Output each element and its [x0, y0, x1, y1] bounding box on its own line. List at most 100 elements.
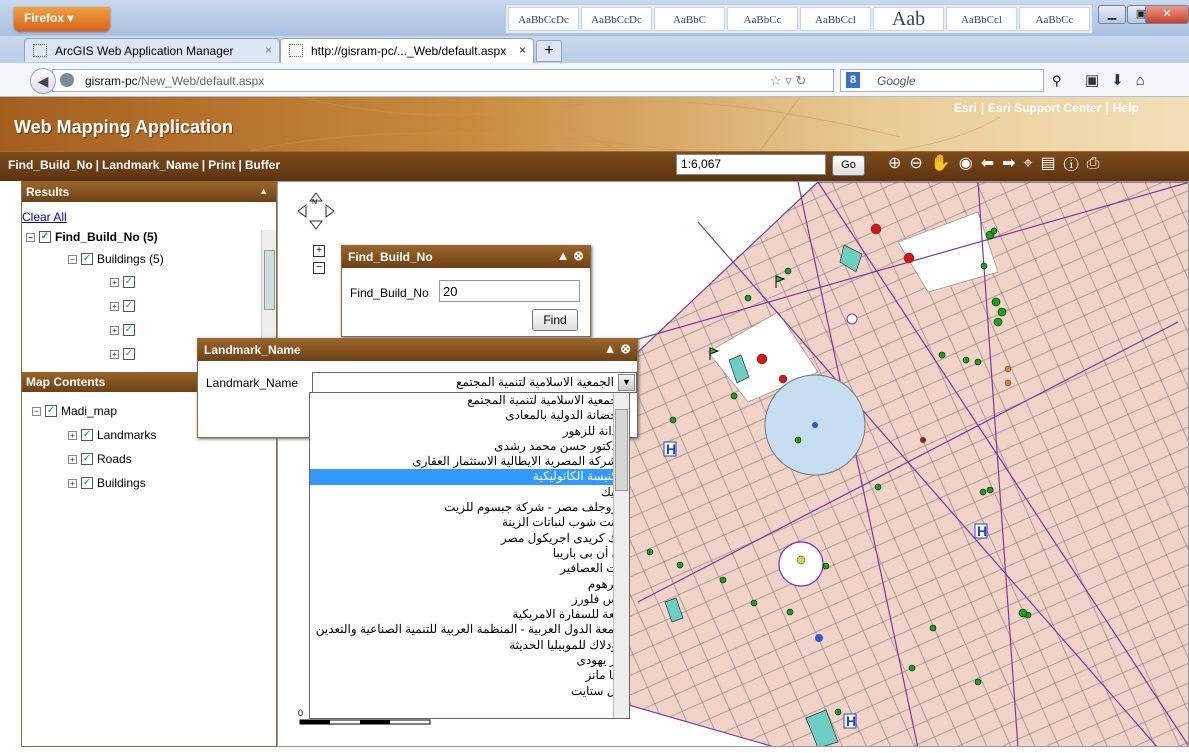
- site-identity-icon[interactable]: [60, 73, 74, 87]
- expand-node-icon[interactable]: +: [68, 478, 77, 488]
- checkbox[interactable]: ✓: [123, 348, 135, 360]
- toc-layer-landmarks[interactable]: + ✓ Landmarks: [68, 428, 156, 442]
- zoom-out-icon[interactable]: ⊖: [909, 155, 930, 172]
- landmark-option[interactable]: بيترهوم: [310, 577, 629, 592]
- esri-support-link[interactable]: Esri Support Center: [988, 101, 1101, 115]
- identify-icon[interactable]: ⓘ: [1064, 155, 1087, 172]
- find-button[interactable]: Find: [532, 309, 578, 331]
- toc-layer-buildings[interactable]: + ✓ Buildings: [68, 476, 146, 490]
- landmark-option[interactable]: الدانة للزهور: [310, 424, 629, 439]
- close-icon[interactable]: ▲ ⊗: [604, 341, 631, 357]
- forward-extent-icon[interactable]: ➡: [1002, 155, 1023, 172]
- go-button[interactable]: Go: [832, 155, 865, 176]
- esri-link[interactable]: Esri: [954, 101, 977, 115]
- toolbar-icons[interactable]: ▣⬇⌂: [1085, 71, 1157, 89]
- landmark-titlebar[interactable]: Landmark_Name ▲ ⊗: [198, 339, 637, 361]
- checkbox[interactable]: ✓: [81, 477, 93, 489]
- checkbox[interactable]: ✓: [123, 324, 135, 336]
- measure-icon[interactable]: ▤: [1041, 155, 1064, 172]
- result-item[interactable]: + ✓: [110, 300, 135, 312]
- landmark-option[interactable]: دير يهودى: [310, 653, 629, 668]
- find-build-input[interactable]: 20: [439, 280, 580, 302]
- back-icon[interactable]: ◀: [30, 68, 56, 94]
- print-icon[interactable]: ⎙: [1087, 155, 1108, 172]
- landmark-option[interactable]: الحضانة الدولية بالمعادى: [310, 408, 629, 423]
- scale-input[interactable]: 1:6,067: [676, 154, 826, 175]
- pan-arrows-icon[interactable]: N: [296, 191, 336, 231]
- search-icon[interactable]: ⚲: [1052, 73, 1062, 89]
- scroll-thumb[interactable]: [264, 250, 275, 310]
- pan-icon[interactable]: ✋: [931, 155, 959, 172]
- collapse-node-icon[interactable]: −: [68, 254, 77, 264]
- tab-arcgis-manager[interactable]: ArcGIS Web Application Manager ×: [24, 38, 280, 62]
- collapse-icon[interactable]: ▲: [259, 186, 268, 196]
- result-item[interactable]: + ✓: [110, 348, 135, 360]
- zoom-out-button[interactable]: −: [313, 262, 325, 274]
- zoom-in-button[interactable]: +: [313, 245, 325, 257]
- xy-icon[interactable]: ⌖: [1024, 155, 1041, 172]
- landmark-option[interactable]: جودلاك للموبيليا الحديثة: [310, 638, 629, 653]
- checkbox[interactable]: ✓: [123, 300, 135, 312]
- toc-root[interactable]: − ✓ Madi_map: [32, 404, 117, 418]
- clear-all-link[interactable]: Clear All: [22, 210, 67, 224]
- tab-default-aspx[interactable]: http://gisram-pc/..._Web/default.aspx ×: [280, 38, 534, 64]
- menu-landmark-name[interactable]: Landmark_Name: [102, 158, 199, 172]
- landmark-option[interactable]: انتيك: [310, 485, 629, 500]
- checkbox[interactable]: ✓: [81, 253, 93, 265]
- results-header[interactable]: Results ▲: [22, 182, 276, 202]
- close-window-button[interactable]: ✕: [1145, 5, 1189, 24]
- result-layer[interactable]: − ✓ Buildings (5): [68, 252, 164, 266]
- close-tab-icon[interactable]: ×: [519, 43, 526, 57]
- landmark-option[interactable]: الكنيسة الكاثوليكية: [310, 469, 629, 485]
- result-root[interactable]: − ✓ Find_Build_No (5): [26, 230, 158, 244]
- landmark-option[interactable]: بيس فلورز: [310, 592, 629, 607]
- checkbox[interactable]: ✓: [123, 276, 135, 288]
- checkbox[interactable]: ✓: [45, 405, 57, 417]
- find-build-titlebar[interactable]: Find_Build_No ▲ ⊗: [342, 246, 590, 268]
- landmark-dropdown-list[interactable]: الجمعية الاسلامية لتنمية المجتمع الحضانة …: [309, 392, 630, 719]
- chevron-down-icon[interactable]: ▼: [618, 374, 635, 391]
- menu-find-build-no[interactable]: Find_Build_No: [8, 158, 93, 172]
- close-icon[interactable]: ▲ ⊗: [557, 248, 584, 264]
- google-icon[interactable]: 8: [846, 72, 860, 88]
- expand-node-icon[interactable]: +: [110, 277, 119, 287]
- bookmark-star-icon[interactable]: ☆ ▿ ↻: [770, 73, 806, 89]
- full-extent-icon[interactable]: ◉: [959, 155, 981, 172]
- landmark-select[interactable]: الجمعية الاسلامية لتنمية المجتمع ▼: [312, 372, 637, 393]
- close-tab-icon[interactable]: ×: [265, 43, 272, 57]
- result-item[interactable]: + ✓: [110, 324, 135, 336]
- landmark-option[interactable]: الجمعية الاسلامية لتنمية المجتمع: [310, 393, 629, 408]
- landmark-option[interactable]: الشركة المصرية الايطالية الاستثمار العقا…: [310, 454, 629, 469]
- landmark-option[interactable]: بى أن بى باريبا: [310, 546, 629, 561]
- landmark-option[interactable]: ريل ستايت: [310, 684, 629, 699]
- zoom-in-icon[interactable]: ⊕: [888, 155, 909, 172]
- back-extent-icon[interactable]: ⬅: [981, 155, 1002, 172]
- landmark-option[interactable]: بلانت شوب لنباتات الزينة: [310, 515, 629, 530]
- landmark-option[interactable]: جامعة الدول العربية - المنظمة العربية لل…: [310, 622, 629, 637]
- search-input[interactable]: Google: [840, 69, 1044, 92]
- landmark-option[interactable]: بيت العصافير: [310, 561, 629, 576]
- expand-node-icon[interactable]: +: [68, 430, 77, 440]
- landmark-option[interactable]: تابعة للسفارة الامريكية: [310, 607, 629, 622]
- new-tab-button[interactable]: +: [536, 40, 562, 62]
- url-bar[interactable]: gisram-pc/New_Web/default.aspx: [52, 69, 834, 92]
- landmark-option[interactable]: بنك كريدى اجريكول مصر: [310, 531, 629, 546]
- firefox-menu-button[interactable]: Firefox ▾: [14, 7, 110, 31]
- expand-node-icon[interactable]: +: [110, 301, 119, 311]
- scroll-thumb[interactable]: [615, 409, 628, 491]
- menu-print[interactable]: Print: [208, 158, 235, 172]
- checkbox[interactable]: ✓: [81, 429, 93, 441]
- help-link[interactable]: Help: [1113, 101, 1139, 115]
- collapse-node-icon[interactable]: −: [26, 232, 35, 242]
- collapse-node-icon[interactable]: −: [32, 406, 41, 416]
- landmark-option[interactable]: بتروجلف مصر - شركة جبسوم للزيت: [310, 500, 629, 515]
- menu-buffer[interactable]: Buffer: [245, 158, 280, 172]
- checkbox[interactable]: ✓: [81, 453, 93, 465]
- dropdown-scrollbar[interactable]: [613, 393, 629, 718]
- expand-node-icon[interactable]: +: [110, 325, 119, 335]
- result-item[interactable]: + ✓: [110, 276, 135, 288]
- minimize-button[interactable]: ▁: [1098, 5, 1126, 24]
- landmark-option[interactable]: الدكتور حسن محمد رشدى: [310, 439, 629, 454]
- toc-layer-roads[interactable]: + ✓ Roads: [68, 452, 132, 466]
- landmark-option[interactable]: رايا مانز: [310, 668, 629, 683]
